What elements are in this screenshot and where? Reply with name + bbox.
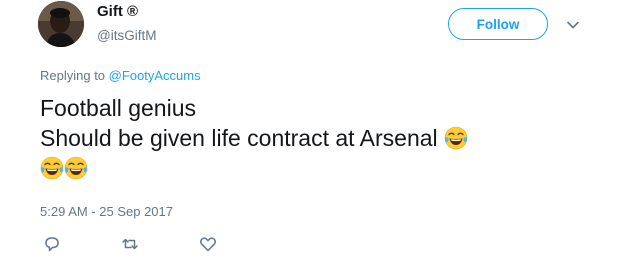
tweet-text-line-3: [40, 153, 468, 183]
reply-icon[interactable]: [42, 234, 62, 254]
tweet-text-line-2: Should be given life contract at Arsenal: [40, 123, 468, 153]
avatar[interactable]: [38, 1, 84, 47]
user-handle[interactable]: @itsGiftM: [97, 28, 156, 43]
reply-mention-link[interactable]: @FootyAccums: [109, 68, 201, 83]
like-icon[interactable]: [198, 234, 218, 254]
joy-emoji-icon: [40, 156, 64, 180]
tweet-timestamp[interactable]: 5:29 AM - 25 Sep 2017: [40, 204, 173, 219]
chevron-down-icon[interactable]: [566, 18, 580, 32]
user-display-name[interactable]: Gift ®: [97, 3, 138, 20]
retweet-icon[interactable]: [120, 234, 140, 254]
tweet-text-line-1: Football genius: [40, 95, 196, 121]
tweet-text-line-2-text: Should be given life contract at Arsenal: [40, 125, 438, 151]
reply-context-prefix: Replying to: [40, 68, 109, 83]
follow-button[interactable]: Follow: [448, 8, 548, 40]
tweet-card: Gift ® @itsGiftM Follow Replying to @Foo…: [0, 0, 620, 268]
joy-emoji-icon: [64, 156, 88, 180]
tweet-text: Football genius Should be given life con…: [40, 93, 468, 183]
reply-context: Replying to @FootyAccums: [40, 68, 201, 83]
joy-emoji-icon: [444, 126, 468, 150]
